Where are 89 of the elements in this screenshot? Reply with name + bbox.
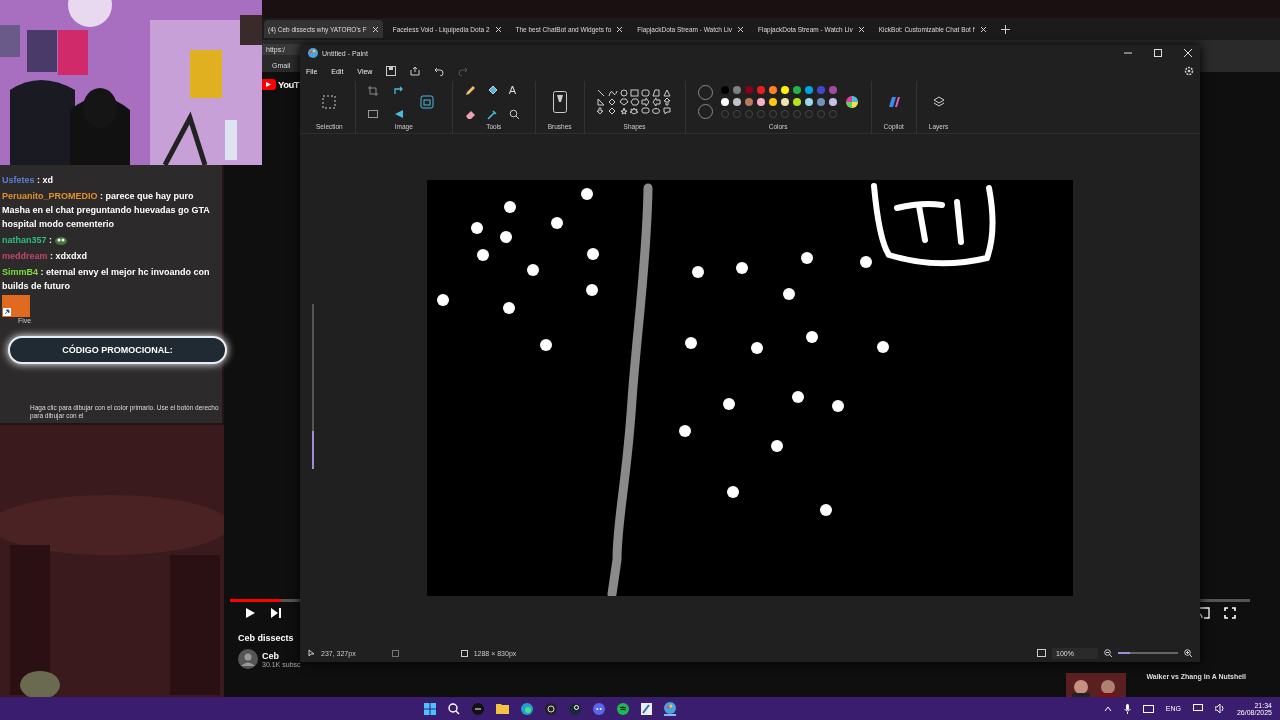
cursor-icon bbox=[308, 649, 315, 657]
share-icon[interactable] bbox=[410, 66, 421, 76]
pencil-icon[interactable] bbox=[464, 84, 476, 96]
avatar-icon[interactable] bbox=[238, 649, 258, 669]
close-icon[interactable] bbox=[1184, 49, 1192, 57]
zoom-in-icon[interactable] bbox=[1184, 649, 1192, 657]
app-icon[interactable] bbox=[471, 702, 484, 715]
chat-message: Usfetes : xd bbox=[2, 174, 54, 187]
paint-app-icon bbox=[308, 48, 318, 58]
color-swatch[interactable] bbox=[720, 98, 729, 106]
shapes-gallery-drawing[interactable] bbox=[596, 89, 673, 115]
folder-icon[interactable] bbox=[495, 703, 509, 714]
color-swatch[interactable] bbox=[756, 98, 765, 106]
layers-icon[interactable] bbox=[932, 96, 945, 108]
color-swatch[interactable] bbox=[732, 98, 741, 106]
promo-banner: CÓDIGO PROMOCIONAL: bbox=[8, 336, 227, 364]
microphone-icon[interactable] bbox=[1123, 703, 1131, 714]
shortcut-icon[interactable] bbox=[2, 295, 30, 317]
crop-icon[interactable] bbox=[367, 85, 378, 96]
eraser-icon[interactable] bbox=[464, 108, 476, 120]
color-swatch[interactable] bbox=[828, 86, 837, 94]
close-icon[interactable] bbox=[857, 25, 865, 33]
selection-size-icon bbox=[391, 649, 399, 657]
close-icon[interactable] bbox=[371, 25, 379, 33]
undo-icon[interactable] bbox=[434, 66, 445, 76]
site-logo[interactable]: YouT bbox=[278, 78, 300, 90]
new-tab-icon[interactable] bbox=[1000, 24, 1010, 34]
zoom-out-icon[interactable] bbox=[1104, 649, 1112, 657]
color-swatch[interactable] bbox=[804, 86, 813, 94]
color-swatch[interactable] bbox=[792, 98, 801, 106]
chat-message: nathan357 : bbox=[2, 234, 53, 247]
color-swatch[interactable] bbox=[804, 98, 813, 106]
speaker-icon[interactable] bbox=[1214, 704, 1225, 713]
redo-icon bbox=[458, 66, 469, 76]
minimize-icon[interactable] bbox=[1124, 49, 1132, 57]
start-icon[interactable] bbox=[423, 702, 436, 715]
record-icon[interactable] bbox=[544, 702, 557, 715]
color-swatch[interactable] bbox=[816, 98, 825, 106]
fit-icon[interactable] bbox=[1037, 649, 1046, 657]
maximize-icon[interactable] bbox=[1154, 49, 1162, 57]
network-icon[interactable] bbox=[1192, 704, 1203, 713]
paint-app-icon[interactable] bbox=[663, 701, 676, 716]
copilot-icon[interactable] bbox=[886, 95, 901, 109]
fullscreen-icon[interactable] bbox=[1224, 607, 1236, 619]
color-swatch[interactable] bbox=[756, 86, 765, 94]
color-swatch[interactable] bbox=[816, 86, 825, 94]
selection-tool-icon[interactable] bbox=[322, 95, 337, 109]
channel-name[interactable]: Ceb bbox=[262, 650, 301, 661]
text-tool[interactable]: A bbox=[508, 84, 523, 96]
keyboard-icon[interactable] bbox=[1142, 704, 1154, 713]
color-swatch[interactable] bbox=[780, 86, 789, 94]
music-icon[interactable] bbox=[616, 702, 629, 715]
color-swatch[interactable] bbox=[792, 86, 801, 94]
resize-image-icon[interactable] bbox=[419, 95, 434, 109]
chat-message: meddream : xdxdxd bbox=[2, 250, 88, 263]
next-icon[interactable] bbox=[270, 607, 282, 619]
magnifier-icon[interactable] bbox=[508, 108, 520, 120]
color-swatch[interactable] bbox=[828, 98, 837, 106]
play-icon[interactable] bbox=[244, 607, 256, 619]
chevron-icon[interactable] bbox=[1103, 705, 1112, 712]
close-icon[interactable] bbox=[737, 25, 744, 33]
search-icon[interactable] bbox=[447, 702, 460, 715]
settings-icon[interactable] bbox=[1184, 66, 1194, 76]
close-icon[interactable] bbox=[616, 25, 624, 33]
color-swatch[interactable] bbox=[744, 86, 753, 94]
chat-message: Peruanito_PROMEDIO : parece que hay puro Masha en el chat preguntando huevadas go GTA hospital modo cementerio bbox=[2, 190, 211, 231]
color-wheel-icon[interactable] bbox=[844, 95, 859, 109]
chat-message: SimmB4 : eternal envy el mejor hc invoando con builds de futuro bbox=[2, 266, 211, 293]
browser-icon[interactable] bbox=[520, 702, 533, 715]
close-icon[interactable] bbox=[494, 25, 502, 33]
save-icon[interactable] bbox=[386, 66, 397, 76]
color-swatch[interactable] bbox=[780, 98, 789, 106]
emote-icon bbox=[55, 235, 68, 245]
close-icon[interactable] bbox=[979, 25, 987, 33]
chat-app-icon[interactable] bbox=[592, 702, 605, 715]
steam-icon[interactable] bbox=[568, 702, 581, 715]
color-swatch[interactable] bbox=[732, 86, 741, 94]
flip-icon[interactable] bbox=[393, 108, 406, 119]
video-title: Ceb dissects bbox=[238, 633, 295, 643]
color-swatch[interactable] bbox=[768, 86, 777, 94]
brush-icon[interactable] bbox=[552, 91, 567, 113]
paint-icon[interactable] bbox=[640, 702, 652, 715]
color-picker-icon[interactable] bbox=[486, 108, 498, 120]
color-swatch[interactable] bbox=[744, 98, 753, 106]
canvas-size-icon bbox=[460, 649, 468, 657]
fill-bucket-icon[interactable] bbox=[486, 84, 498, 96]
color-swatch[interactable] bbox=[720, 86, 729, 94]
color-swatch[interactable] bbox=[768, 98, 777, 106]
image-icon[interactable] bbox=[367, 109, 378, 118]
